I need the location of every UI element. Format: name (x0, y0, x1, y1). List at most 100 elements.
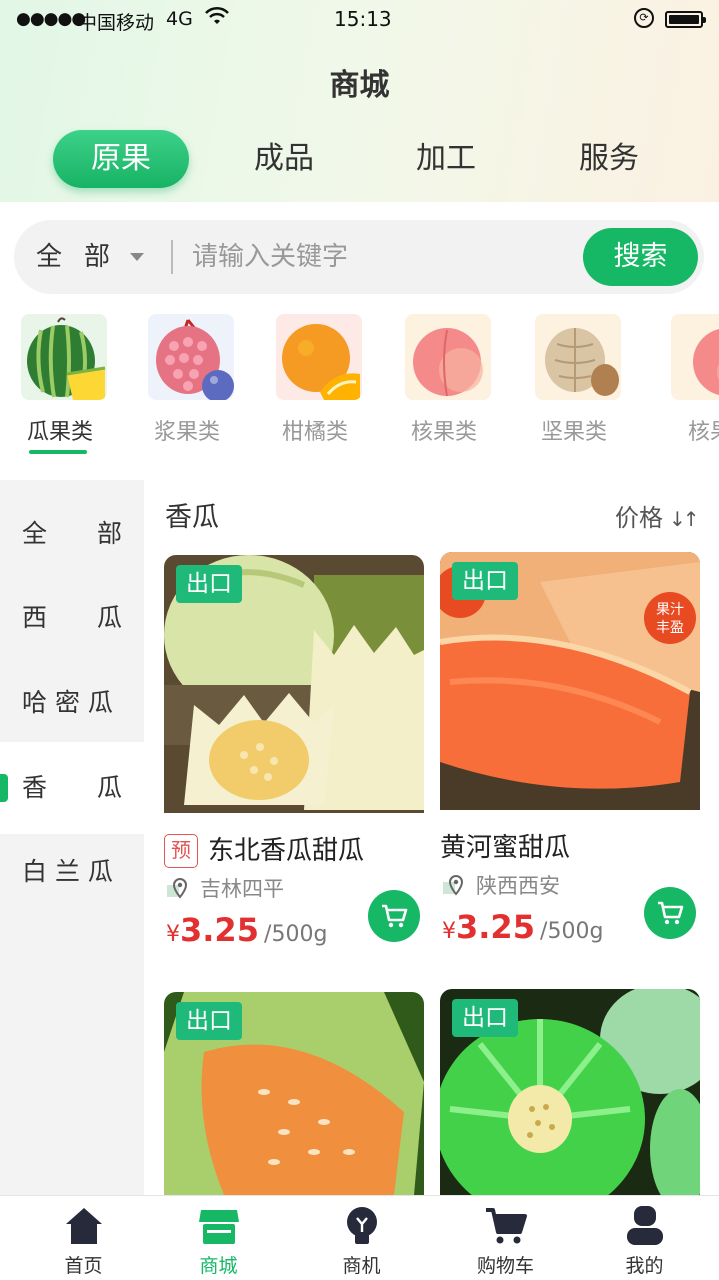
category-label: 坚果类 (540, 420, 607, 445)
product-image: 出口 (164, 992, 424, 1195)
product-name: 黄河蜜甜瓜 (440, 827, 570, 864)
export-badge: 出口 (452, 999, 518, 1037)
export-badge: 出口 (452, 562, 518, 600)
store-icon (198, 1210, 239, 1244)
category-item-nut[interactable]: 坚果类 (514, 314, 644, 464)
product-name-text: 东北香瓜甜瓜 (208, 836, 365, 866)
product-image: 出口 (440, 989, 700, 1195)
nav-label: 我的 (625, 1255, 664, 1277)
bulb-icon (346, 1207, 377, 1244)
sidebar-item-hami[interactable]: 哈 密 瓜 (0, 661, 144, 745)
price-unit: /500g (540, 919, 604, 944)
location-text: 陕西西安 (476, 874, 560, 898)
nav-label: 购物车 (476, 1255, 534, 1277)
nav-label: 商机 (342, 1255, 381, 1277)
chevron-down-icon[interactable] (130, 253, 144, 261)
search-bar: 全部 搜索 (14, 220, 704, 294)
watermelon-icon (21, 314, 107, 400)
signal-icon: ●●●●● (16, 9, 86, 29)
nav-label: 首页 (64, 1255, 103, 1277)
image-text: 丰盈 (656, 620, 684, 636)
location-icon (167, 877, 188, 899)
search-input[interactable] (192, 234, 572, 280)
category-item-berry[interactable]: 浆果类 (127, 314, 257, 464)
category-item-drupe[interactable]: 核果类 (384, 314, 514, 464)
currency-symbol: ¥ (442, 919, 456, 944)
currency-symbol: ¥ (166, 922, 180, 947)
price-unit: /500g (264, 922, 328, 947)
sidebar-item-bailan[interactable]: 白 兰 瓜 (0, 830, 144, 914)
category-label: 瓜果类 (26, 420, 93, 445)
product-name-text: 黄河蜜甜瓜 (440, 833, 571, 863)
add-to-cart-button[interactable] (368, 890, 420, 942)
category-label: 核果 (687, 420, 719, 445)
cart-icon (382, 904, 408, 928)
sidebar-item-label: 白 兰 瓜 (22, 857, 113, 886)
sidebar-item-label: 全 部 (22, 519, 123, 548)
product-image: 出口 (164, 555, 424, 813)
sidebar: 全 部 西 瓜 哈 密 瓜 香 瓜 白 兰 瓜 (0, 480, 144, 1195)
orientation-lock-icon: ⟳ (634, 8, 654, 28)
sidebar-item-label: 西 瓜 (22, 603, 123, 632)
sidebar-item-watermelon[interactable]: 西 瓜 (0, 576, 144, 660)
cart-icon (485, 1208, 527, 1244)
product-location: 陕西西安 (442, 870, 560, 900)
page-title: 商城 (329, 68, 390, 103)
product-price: ¥3.25 /500g (442, 908, 603, 946)
nav-opportunity[interactable]: 商机 (290, 1196, 433, 1280)
nav-me[interactable]: 我的 (573, 1196, 716, 1280)
tab-yuanguo[interactable]: 原果 (53, 130, 189, 188)
sort-by-price[interactable]: 价格 ↓↑ (615, 498, 699, 533)
wifi-icon (205, 6, 229, 31)
walnut-icon (535, 314, 621, 400)
nav-cart[interactable]: 购物车 (434, 1196, 577, 1280)
header-area: ●●●●● 中国移动 4G 15:13 ⟳ 商城 原果 成品 加工 服务 (0, 0, 719, 202)
peach-icon (405, 314, 491, 400)
price-value: 3.25 (180, 911, 259, 949)
clock: 15:13 (334, 7, 392, 31)
sidebar-item-label: 哈 密 瓜 (22, 688, 113, 717)
bottom-nav: 首页 商城 商机 购物车 我的 (0, 1195, 719, 1280)
category-label: 核果类 (410, 420, 477, 445)
cart-icon (658, 901, 684, 925)
price-value: 3.25 (456, 908, 535, 946)
tab-fuwu[interactable]: 服务 (541, 130, 677, 188)
search-scope-dropdown[interactable]: 全部 (36, 220, 132, 294)
tab-chengpin[interactable]: 成品 (216, 130, 352, 188)
product-location: 吉林四平 (166, 873, 284, 903)
category-strip: 瓜果类 浆果类 柑橘类 核果类 坚果类 核 (0, 314, 719, 464)
home-icon (65, 1208, 102, 1244)
sort-icon: ↓↑ (669, 507, 699, 531)
export-badge: 出口 (176, 565, 242, 603)
location-text: 吉林四平 (200, 877, 284, 901)
top-tabs: 原果 成品 加工 服务 (0, 130, 719, 190)
presale-tag: 预 (164, 834, 198, 868)
sort-label: 价格 (615, 504, 663, 532)
category-item-drupe-2[interactable]: 核果 (650, 314, 719, 464)
product-price: ¥3.25 /500g (166, 911, 327, 949)
status-bar: ●●●●● 中国移动 4G 15:13 ⟳ (0, 0, 719, 40)
add-to-cart-button[interactable] (644, 887, 696, 939)
divider (171, 240, 173, 274)
product-image: 果汁 丰盈 出口 (440, 552, 700, 810)
sidebar-item-all[interactable]: 全 部 (0, 492, 144, 576)
category-item-melon[interactable]: 瓜果类 (0, 314, 130, 464)
product-name: 预东北香瓜甜瓜 (164, 830, 364, 868)
section-title: 香瓜 (165, 502, 219, 533)
nav-label: 商城 (199, 1255, 238, 1277)
battery-icon (665, 11, 706, 28)
nav-store[interactable]: 商城 (147, 1196, 290, 1280)
nav-home[interactable]: 首页 (12, 1196, 155, 1280)
export-badge: 出口 (176, 1002, 242, 1040)
category-label: 浆果类 (153, 420, 220, 445)
search-button[interactable]: 搜索 (583, 228, 698, 286)
peach-icon (671, 314, 719, 400)
sidebar-item-muskmelon[interactable]: 香 瓜 (0, 742, 144, 834)
raspberry-icon (148, 314, 234, 400)
tab-jiagong[interactable]: 加工 (378, 130, 514, 188)
network-label: 4G (166, 8, 193, 30)
active-underline (29, 450, 87, 454)
location-icon (443, 874, 464, 896)
user-icon (626, 1206, 663, 1245)
category-item-citrus[interactable]: 柑橘类 (255, 314, 385, 464)
